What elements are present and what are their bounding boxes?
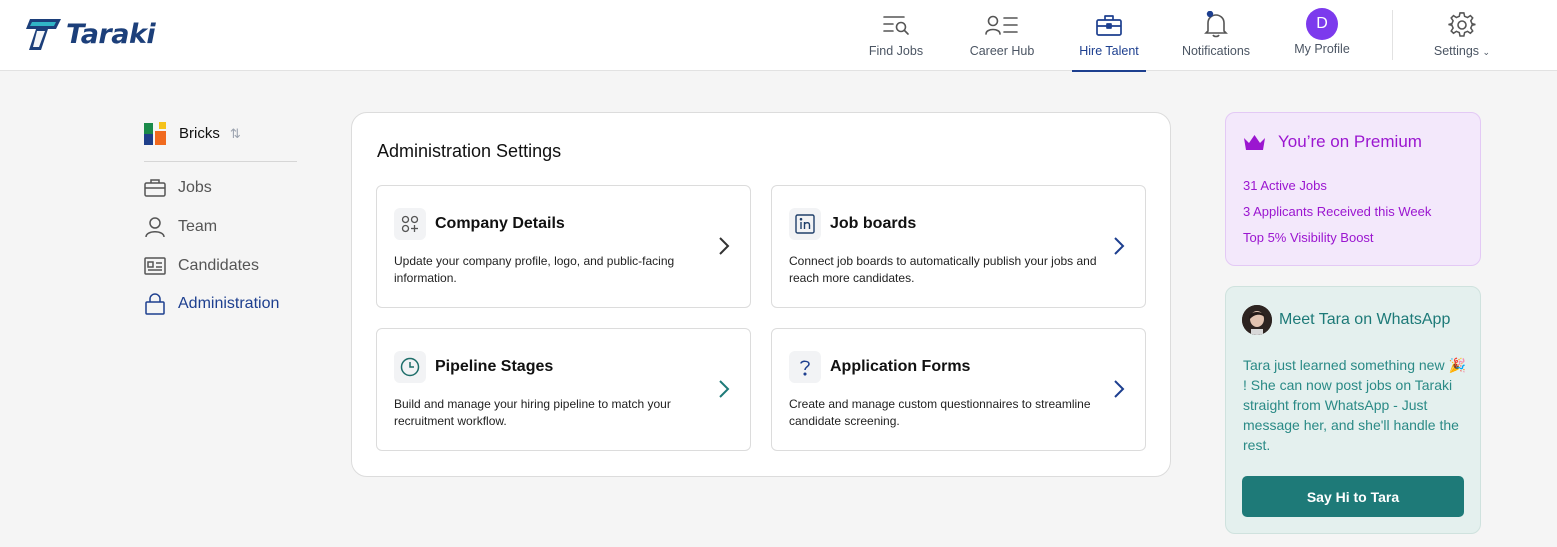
- lock-icon: [145, 293, 165, 315]
- card-title: Pipeline Stages: [435, 358, 554, 375]
- nav-notifications-label: Notifications: [1181, 44, 1251, 58]
- org-name: Bricks: [179, 125, 220, 142]
- user-icon: [145, 217, 165, 238]
- premium-card: You’re on Premium 31 Active Jobs 3 Appli…: [1225, 112, 1481, 266]
- sidebar-item-administration[interactable]: Administration: [144, 293, 279, 315]
- bricks-logo-icon: [144, 122, 166, 145]
- nav-hire-talent[interactable]: Hire Talent: [1072, 0, 1146, 72]
- whatsapp-title: Meet Tara on WhatsApp: [1279, 311, 1451, 328]
- linkedin-icon: [789, 208, 821, 240]
- card-title: Company Details: [435, 215, 565, 232]
- sidebar-item-label: Jobs: [178, 179, 212, 196]
- whatsapp-body: Tara just learned something new 🎉 ! She …: [1243, 357, 1466, 453]
- career-hub-icon: [985, 10, 1019, 40]
- logo-text: Taraki: [66, 19, 156, 50]
- nav-settings-label: Settings ⌄: [1434, 44, 1490, 58]
- nav-find-jobs[interactable]: Find Jobs: [866, 0, 926, 71]
- chevron-right-icon: [719, 380, 730, 398]
- briefcase-icon: [144, 179, 166, 197]
- nav-career-hub-label: Career Hub: [969, 44, 1035, 58]
- sort-icon[interactable]: ⇅: [230, 126, 241, 142]
- tara-avatar: [1242, 305, 1272, 335]
- company-details-card[interactable]: Company Details Update your company prof…: [376, 185, 751, 308]
- settings-label-text: Settings: [1433, 44, 1480, 58]
- id-card-icon: [144, 257, 166, 275]
- nav-my-profile-label: My Profile: [1294, 42, 1350, 56]
- nav-career-hub[interactable]: Career Hub: [968, 0, 1036, 71]
- nav-divider: [1392, 10, 1393, 60]
- taraki-logo[interactable]: Taraki: [23, 17, 156, 52]
- whatsapp-promo-card: Meet Tara on WhatsApp Tara just learned …: [1225, 286, 1481, 534]
- card-title: Application Forms: [830, 358, 971, 375]
- find-jobs-icon: [882, 10, 910, 40]
- crown-icon: [1244, 134, 1265, 150]
- card-title: Job boards: [830, 215, 917, 232]
- chevron-down-icon: ⌄: [1482, 47, 1491, 57]
- chevron-right-icon: [719, 237, 730, 255]
- sidebar-item-label: Administration: [178, 295, 280, 312]
- premium-stat: 31 Active Jobs: [1243, 178, 1327, 193]
- pipeline-stages-card[interactable]: Pipeline Stages Build and manage your hi…: [376, 328, 751, 451]
- administration-settings-panel: Administration Settings Company Details …: [351, 112, 1171, 477]
- gear-icon: [1448, 10, 1476, 40]
- say-hi-button[interactable]: Say Hi to Tara: [1242, 476, 1464, 517]
- nav-settings[interactable]: Settings ⌄: [1428, 0, 1496, 71]
- page-title: Administration Settings: [377, 141, 562, 161]
- nav-hire-talent-label: Hire Talent: [1079, 44, 1139, 58]
- premium-title: You’re on Premium: [1278, 132, 1422, 151]
- job-boards-card[interactable]: Job boards Connect job boards to automat…: [771, 185, 1146, 308]
- clock-icon: [394, 351, 426, 383]
- avatar: D: [1306, 8, 1338, 40]
- application-forms-card[interactable]: Application Forms Create and manage cust…: [771, 328, 1146, 451]
- sidebar-item-jobs[interactable]: Jobs: [144, 177, 212, 199]
- chevron-right-icon: [1114, 380, 1125, 398]
- org-switcher[interactable]: Bricks ⇅: [144, 122, 241, 145]
- premium-stat: 3 Applicants Received this Week: [1243, 204, 1432, 219]
- sidebar-item-candidates[interactable]: Candidates: [144, 255, 259, 277]
- question-icon: [789, 351, 821, 383]
- card-description: Create and manage custom questionnaires …: [789, 397, 1091, 428]
- card-description: Build and manage your hiring pipeline to…: [394, 397, 671, 428]
- grid-plus-icon: [394, 208, 426, 240]
- nav-find-jobs-label: Find Jobs: [868, 44, 924, 58]
- sidebar-item-label: Candidates: [178, 257, 259, 274]
- briefcase-icon: [1095, 10, 1123, 40]
- premium-stat: Top 5% Visibility Boost: [1243, 230, 1374, 245]
- card-description: Connect job boards to automatically publ…: [789, 254, 1097, 285]
- bell-icon: [1202, 10, 1230, 40]
- nav-notifications[interactable]: Notifications: [1178, 0, 1254, 71]
- card-description: Update your company profile, logo, and p…: [394, 254, 675, 285]
- sidebar-item-team[interactable]: Team: [144, 216, 217, 238]
- top-header: Taraki Find Jobs Career Hub Hire Talent: [0, 0, 1557, 72]
- nav-my-profile[interactable]: D My Profile: [1292, 0, 1352, 71]
- taraki-logo-icon: [26, 19, 61, 50]
- sidebar-item-label: Team: [178, 218, 218, 235]
- sidebar-divider: [144, 161, 297, 162]
- chevron-right-icon: [1114, 237, 1125, 255]
